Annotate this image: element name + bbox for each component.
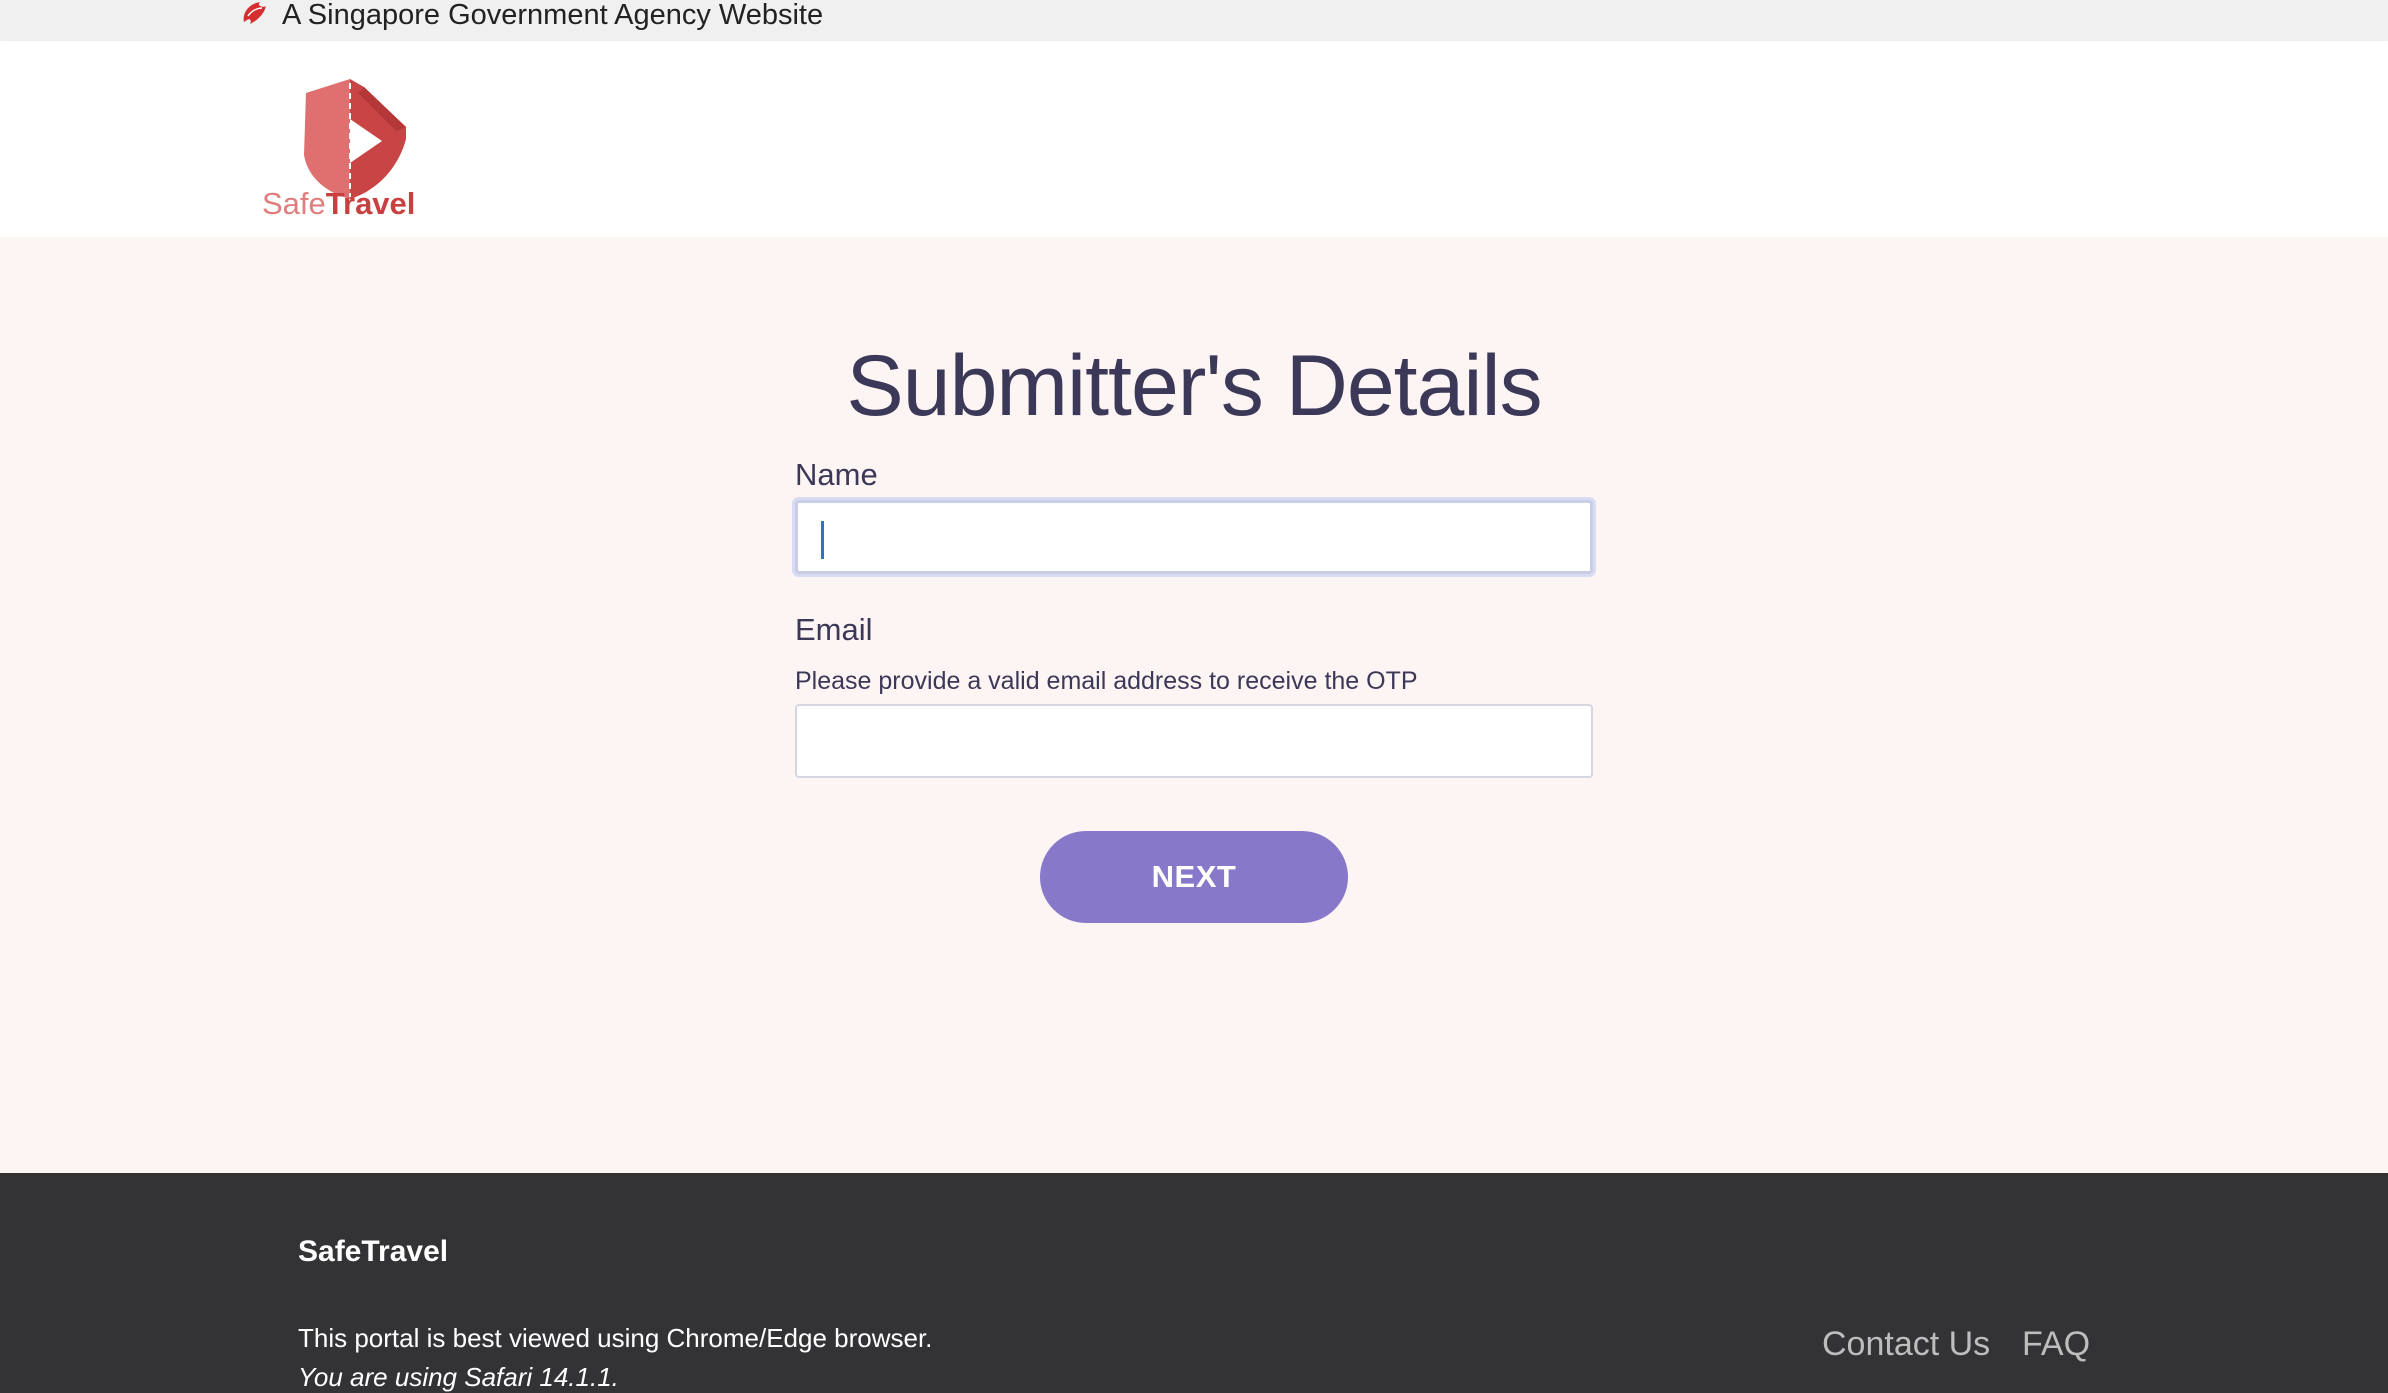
gov-masthead: A Singapore Government Agency Website [0, 0, 2388, 41]
logo-text-travel: Travel [325, 186, 416, 221]
safetravel-logo-text: SafeTravel [262, 187, 415, 221]
gov-masthead-text: A Singapore Government Agency Website [282, 0, 824, 31]
contact-us-link[interactable]: Contact Us [1822, 1325, 1990, 1364]
name-label: Name [795, 457, 878, 492]
text-caret [821, 521, 824, 559]
next-button[interactable]: NEXT [1040, 831, 1348, 923]
email-input[interactable] [795, 704, 1593, 778]
site-footer: SafeTravel This portal is best viewed us… [0, 1173, 2388, 1393]
site-header: SafeTravel [0, 41, 2388, 237]
email-label: Email [795, 612, 873, 647]
footer-brand: SafeTravel [298, 1235, 449, 1268]
email-hint: Please provide a valid email address to … [795, 667, 1418, 695]
faq-link[interactable]: FAQ [2022, 1325, 2090, 1364]
name-input[interactable] [795, 500, 1593, 574]
logo-text-safe: Safe [262, 186, 326, 221]
page-title: Submitter's Details [846, 338, 1542, 434]
browser-note: This portal is best viewed using Chrome/… [298, 1323, 933, 1353]
singapore-lion-icon [243, 2, 266, 24]
browser-version: You are using Safari 14.1.1. [298, 1362, 619, 1392]
main-content: Submitter's Details Name Email Please pr… [0, 237, 2388, 1173]
page: A Singapore Government Agency Website Sa… [0, 0, 2388, 1393]
